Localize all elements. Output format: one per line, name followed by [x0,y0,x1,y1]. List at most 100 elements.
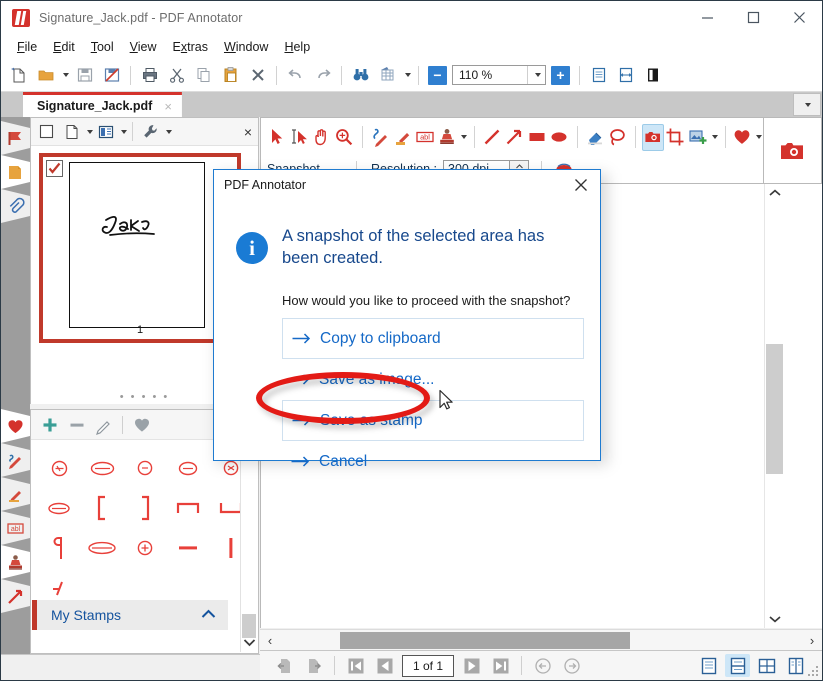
text-box-abl-icon[interactable]: abl [414,124,436,151]
copy-icon[interactable] [191,63,216,88]
stamp-corr-ellipse-4[interactable] [168,450,208,486]
arrow-icon[interactable] [503,124,525,151]
save-as-icon[interactable] [99,63,124,88]
page-layout-icon[interactable] [93,120,118,144]
favorites-caret-icon[interactable] [754,124,762,151]
stamps-favorite-heart-icon[interactable] [128,412,155,438]
fit-width-icon[interactable] [613,63,638,88]
zoom-dropdown-caret-icon[interactable] [527,66,545,84]
line-icon[interactable] [481,124,503,151]
open-dropdown-caret-icon[interactable] [60,63,70,88]
tools-wrench-caret-icon[interactable] [163,120,172,144]
rail-attachments-paperclip-icon[interactable] [1,189,30,223]
stamp-bracket-right[interactable] [125,490,165,526]
stamps-scroll-down-icon[interactable] [241,636,257,650]
scroll-left-icon[interactable]: ‹ [260,633,280,648]
menu-file[interactable]: File [9,37,45,57]
rail-favorites-heart-icon[interactable] [1,409,30,443]
new-page-caret-icon[interactable] [84,120,93,144]
new-document-icon[interactable] [6,63,31,88]
zoom-magnifier-icon[interactable] [334,124,356,151]
next-page-icon[interactable] [459,654,484,677]
close-button[interactable] [776,1,822,34]
stamp-corr-ellipse-2[interactable] [82,450,122,486]
minimize-button[interactable] [684,1,730,34]
zoom-in-button[interactable]: + [548,63,573,88]
tools-wrench-icon[interactable] [138,120,163,144]
stamp-corr-circle-1[interactable] [39,450,79,486]
stamp-paragraph-mark[interactable] [39,530,79,566]
stamp-corr-ellipse-6[interactable] [39,490,79,526]
stamps-scrollbar-thumb[interactable] [242,614,256,638]
scroll-up-icon[interactable] [765,184,784,202]
stamp-corr-circle-3[interactable] [125,450,165,486]
stamps-group-my-stamps[interactable]: My Stamps [32,600,228,630]
stamp-icon[interactable] [437,124,459,151]
dialog-close-icon[interactable] [562,171,600,199]
stamps-add-plus-icon[interactable] [36,412,63,438]
lasso-select-icon[interactable] [606,124,628,151]
clear-page-icon[interactable] [375,63,400,88]
single-page-view-icon[interactable] [696,654,721,677]
ink-pen-blue-icon[interactable] [369,124,391,151]
stamps-edit-pencil-icon[interactable] [90,412,117,438]
delete-x-icon[interactable] [245,63,270,88]
rail-highlighter-pen-icon[interactable] [1,477,30,511]
horizontal-scrollbar-track[interactable] [280,630,802,651]
document-horizontal-scrollbar[interactable]: ‹ › [260,629,822,651]
page-indicator-input[interactable]: 1 of 1 [402,655,454,677]
zoom-out-button[interactable]: − [425,63,450,88]
next-view-icon[interactable] [301,654,326,677]
find-binoculars-icon[interactable] [348,63,373,88]
rail-pages-thumbnails-icon[interactable] [1,155,30,189]
previous-view-icon[interactable] [272,654,297,677]
thumbnail-select-checkbox[interactable] [34,120,59,144]
open-folder-icon[interactable] [33,63,58,88]
tab-list-caret-icon[interactable] [793,93,821,116]
first-page-icon[interactable] [343,654,368,677]
menu-tool[interactable]: Tool [83,37,122,57]
highlighter-icon[interactable] [391,124,413,151]
tab-signature-jack[interactable]: Signature_Jack.pdf × [23,92,182,117]
page-layout-caret-icon[interactable] [118,120,127,144]
window-resize-grip[interactable] [808,666,819,677]
scroll-down-icon[interactable] [765,610,784,628]
stamp-dash-mark[interactable] [168,530,208,566]
zoom-combobox[interactable]: 110 % [452,65,546,85]
rail-text-box-abl-icon[interactable]: abl [1,511,30,545]
cut-scissors-icon[interactable] [164,63,189,88]
insert-image-caret-icon[interactable] [710,124,718,151]
page-thumbnail-1[interactable]: 1 [39,153,241,343]
crop-icon[interactable] [665,124,687,151]
option-cancel[interactable]: Cancel [282,441,584,482]
rail-ink-pen-icon[interactable] [1,443,30,477]
eraser-icon[interactable] [584,124,606,151]
text-select-icon[interactable] [289,124,311,151]
stamp-bracket-top[interactable] [168,490,208,526]
stamp-bracket-left[interactable] [82,490,122,526]
ellipse-icon[interactable] [548,124,570,151]
print-icon[interactable] [137,63,162,88]
stamps-remove-minus-icon[interactable] [63,412,90,438]
scroll-right-icon[interactable]: › [802,633,822,648]
menu-window[interactable]: Window [216,37,276,57]
document-vertical-scrollbar[interactable] [764,184,784,628]
tab-close-icon[interactable]: × [164,100,172,113]
previous-page-icon[interactable] [372,654,397,677]
clear-dropdown-caret-icon[interactable] [402,63,412,88]
favorites-heart-icon[interactable] [731,124,753,151]
fit-page-icon[interactable] [586,63,611,88]
thumbnails-close-icon[interactable]: × [244,124,252,140]
forward-navigation-icon[interactable] [559,654,584,677]
maximize-button[interactable] [730,1,776,34]
stamp-corr-ellipse-7[interactable] [82,530,122,566]
rectangle-icon[interactable] [526,124,548,151]
page-thumbnail-checkbox[interactable] [46,160,63,177]
stamps-scrollbar[interactable] [240,439,257,652]
new-page-icon[interactable] [59,120,84,144]
two-column-view-icon[interactable] [783,654,808,677]
full-screen-icon[interactable] [640,63,665,88]
snapshot-camera-icon[interactable] [642,124,664,151]
stamp-caret-icon[interactable] [459,124,467,151]
select-arrow-icon[interactable] [266,124,288,151]
